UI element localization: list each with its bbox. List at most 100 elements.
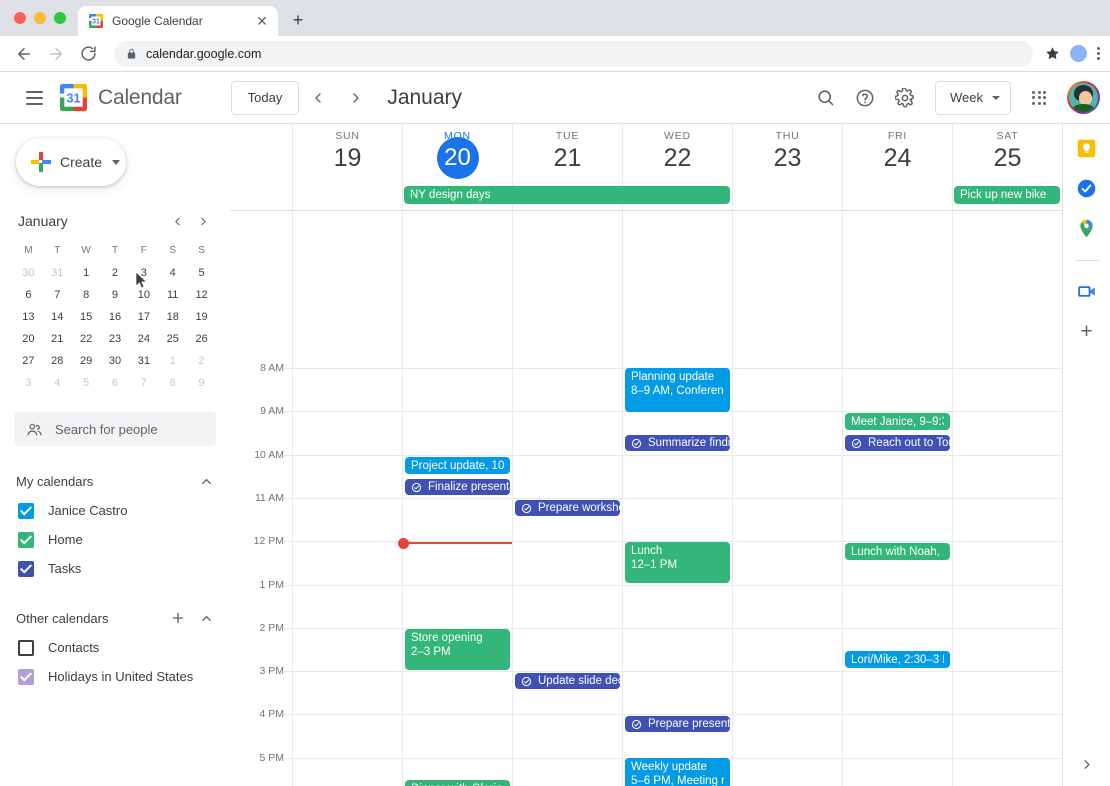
event-chip[interactable]: Store opening2–3 PM <box>405 629 510 670</box>
event-chip[interactable]: Weekly update5–6 PM, Meeting room <box>625 758 730 786</box>
mini-calendar-day[interactable]: 31 <box>129 350 158 372</box>
collapse-icon[interactable] <box>192 604 220 632</box>
mini-calendar-day[interactable]: 30 <box>101 350 130 372</box>
add-side-panel-app-icon[interactable]: + <box>1080 321 1092 342</box>
calendar-checkbox[interactable] <box>18 503 34 519</box>
add-other-calendar-icon[interactable] <box>164 604 192 632</box>
event-chip[interactable]: Lunch with Noah, 12–1 PM <box>845 543 950 560</box>
day-number[interactable]: 21 <box>554 143 582 174</box>
event-columns[interactable]: Project update, 10–10:30 AMFinalize pres… <box>292 211 1062 786</box>
day-column-wed[interactable]: Planning update8–9 AM, Conference roomSu… <box>622 211 732 786</box>
view-selector[interactable]: Week <box>935 81 1011 115</box>
all-day-event[interactable]: NY design days <box>404 186 730 204</box>
all-day-cell[interactable] <box>292 182 402 210</box>
search-for-people-input[interactable]: Search for people <box>14 412 216 446</box>
event-chip[interactable]: Lori/Mike, 2:30–3 PM <box>845 651 950 668</box>
search-icon[interactable] <box>805 78 845 118</box>
day-header-mon[interactable]: MON20 <box>402 124 512 182</box>
day-header-thu[interactable]: THU23 <box>732 124 842 182</box>
mini-calendar-day[interactable]: 5 <box>187 262 216 284</box>
mini-calendar-day[interactable]: 2 <box>187 350 216 372</box>
minimize-window-button[interactable] <box>34 12 46 24</box>
collapse-icon[interactable] <box>192 467 220 495</box>
mini-calendar-day[interactable]: 22 <box>72 328 101 350</box>
task-chip[interactable]: Prepare workshop <box>515 500 620 516</box>
mini-calendar-grid[interactable]: MTWTFSS303112345678910111213141516171819… <box>14 240 216 394</box>
event-chip[interactable]: Meet Janice, 9–9:30 AM <box>845 413 950 430</box>
day-column-sun[interactable] <box>292 211 402 786</box>
mini-calendar-day[interactable]: 9 <box>101 284 130 306</box>
day-header-tue[interactable]: TUE21 <box>512 124 622 182</box>
day-column-tue[interactable]: Prepare workshopUpdate slide deckDinner … <box>512 211 622 786</box>
day-number[interactable]: 25 <box>994 143 1022 174</box>
gear-icon[interactable] <box>885 78 925 118</box>
day-header-wed[interactable]: WED22 <box>622 124 732 182</box>
mini-calendar-day[interactable]: 12 <box>187 284 216 306</box>
meet-icon[interactable] <box>1076 281 1098 303</box>
mini-calendar-day[interactable]: 18 <box>158 306 187 328</box>
my-calendars-header[interactable]: My calendars <box>16 466 220 496</box>
all-day-columns[interactable]: NY design daysPick up new bike <box>292 182 1062 210</box>
browser-profile-icon[interactable] <box>1070 45 1087 62</box>
day-number[interactable]: 24 <box>884 143 912 174</box>
mini-calendar-day[interactable]: 30 <box>14 262 43 284</box>
event-chip[interactable]: Planning update8–9 AM, Conference room <box>625 368 730 412</box>
help-icon[interactable] <box>845 78 885 118</box>
day-column-thu[interactable] <box>732 211 842 786</box>
day-number[interactable]: 19 <box>334 143 362 174</box>
mini-calendar-day[interactable]: 14 <box>43 306 72 328</box>
task-chip[interactable]: Update slide deck <box>515 673 620 689</box>
star-icon[interactable] <box>1045 46 1060 61</box>
mini-calendar-day[interactable]: 5 <box>72 372 101 394</box>
calendar-list-item[interactable]: Tasks <box>16 554 220 583</box>
avatar[interactable] <box>1067 81 1100 114</box>
mini-calendar-day[interactable]: 20 <box>14 328 43 350</box>
close-tab-icon[interactable]: ✕ <box>254 13 270 29</box>
tasks-icon[interactable] <box>1076 178 1098 200</box>
mini-calendar-day[interactable]: 6 <box>101 372 130 394</box>
maximize-window-button[interactable] <box>54 12 66 24</box>
mini-calendar-day[interactable]: 8 <box>72 284 101 306</box>
other-calendars-header[interactable]: Other calendars <box>16 603 220 633</box>
mini-calendar-day[interactable]: 13 <box>14 306 43 328</box>
task-chip[interactable]: Reach out to Tom <box>845 435 950 451</box>
day-header-fri[interactable]: FRI24 <box>842 124 952 182</box>
mini-calendar-day[interactable]: 29 <box>72 350 101 372</box>
mini-calendar-day[interactable]: 1 <box>72 262 101 284</box>
mini-calendar-day[interactable]: 11 <box>158 284 187 306</box>
maps-icon[interactable] <box>1076 218 1098 240</box>
mini-calendar-day[interactable]: 24 <box>129 328 158 350</box>
main-menu-icon[interactable] <box>14 78 54 118</box>
today-button[interactable]: Today <box>231 81 300 115</box>
day-column-sat[interactable] <box>952 211 1062 786</box>
event-chip[interactable]: Project update, 10–10:30 AM <box>405 457 510 474</box>
calendar-checkbox[interactable] <box>18 669 34 685</box>
mini-calendar-day[interactable]: 26 <box>187 328 216 350</box>
mini-calendar-day[interactable]: 16 <box>101 306 130 328</box>
mini-calendar-day[interactable]: 25 <box>158 328 187 350</box>
mini-calendar-day[interactable]: 27 <box>14 350 43 372</box>
browser-tab[interactable]: 31 Google Calendar ✕ <box>78 6 278 36</box>
all-day-cell[interactable] <box>732 182 842 210</box>
mini-calendar-day[interactable]: 21 <box>43 328 72 350</box>
day-header-sun[interactable]: SUN19 <box>292 124 402 182</box>
mini-calendar-day[interactable]: 9 <box>187 372 216 394</box>
all-day-cell[interactable] <box>842 182 952 210</box>
mini-calendar-day[interactable]: 15 <box>72 306 101 328</box>
mini-calendar-day[interactable]: 28 <box>43 350 72 372</box>
mini-calendar-day[interactable]: 17 <box>129 306 158 328</box>
calendar-checkbox[interactable] <box>18 640 34 656</box>
task-chip[interactable]: Prepare presentation <box>625 716 730 732</box>
reload-icon[interactable] <box>74 40 102 68</box>
day-number[interactable]: 22 <box>664 143 692 174</box>
mini-calendar-day[interactable]: 31 <box>43 262 72 284</box>
calendar-checkbox[interactable] <box>18 561 34 577</box>
day-column-fri[interactable]: Meet Janice, 9–9:30 AM Reach out to Tom Lu… <box>842 211 952 786</box>
calendar-list-item[interactable]: Holidays in United States <box>16 662 220 691</box>
mini-calendar-day[interactable]: 4 <box>43 372 72 394</box>
mini-calendar-day[interactable]: 19 <box>187 306 216 328</box>
forward-arrow-icon[interactable] <box>42 40 70 68</box>
calendar-list-item[interactable]: Janice Castro <box>16 496 220 525</box>
day-number[interactable]: 23 <box>774 143 802 174</box>
mini-calendar-next-button[interactable] <box>190 208 216 234</box>
